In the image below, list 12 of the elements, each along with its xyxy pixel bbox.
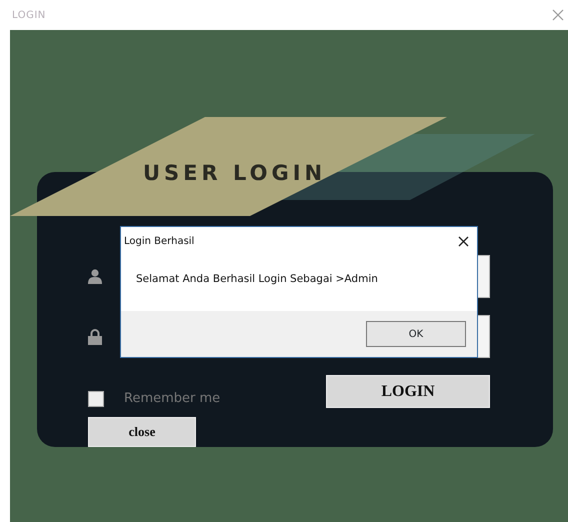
login-button[interactable]: LOGIN bbox=[326, 375, 490, 408]
close-icon[interactable] bbox=[458, 236, 469, 246]
remember-checkbox[interactable] bbox=[88, 390, 104, 407]
window-title: LOGIN bbox=[12, 8, 46, 22]
close-button[interactable]: close bbox=[88, 416, 196, 446]
login-heading: USER LOGIN bbox=[143, 160, 326, 187]
dialog-message: Selamat Anda Berhasil Login Sebagai >Admin bbox=[136, 272, 378, 288]
lock-icon bbox=[88, 328, 102, 344]
user-icon bbox=[88, 269, 102, 284]
dialog-title: Login Berhasil bbox=[124, 234, 194, 248]
ok-button[interactable]: OK bbox=[366, 321, 466, 347]
remember-label: Remember me bbox=[124, 390, 220, 408]
